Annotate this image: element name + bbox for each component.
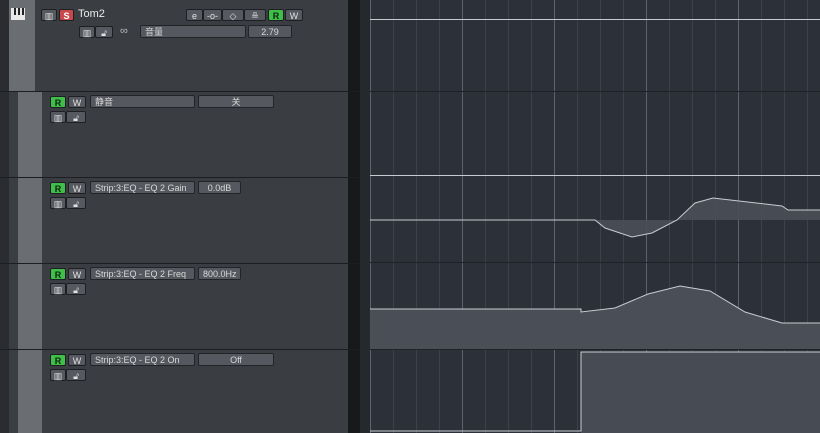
read-button[interactable]: R: [50, 182, 66, 194]
param-name-field[interactable]: Strip:3:EQ - EQ 2 Freq: [90, 267, 195, 280]
lock-button[interactable]: 🔓︎: [66, 197, 86, 209]
solo-label: S: [63, 11, 70, 21]
lane-view-button[interactable]: ▥: [50, 111, 66, 123]
panel-splitter[interactable]: [348, 0, 360, 433]
param-value-field[interactable]: Off: [198, 353, 274, 366]
send-button[interactable]: ≞: [244, 9, 266, 21]
read-button[interactable]: R: [50, 96, 66, 108]
param-name-field[interactable]: Strip:3:EQ - EQ 2 On: [90, 353, 195, 366]
param-name-field[interactable]: Strip:3:EQ - EQ 2 Gain: [90, 181, 195, 194]
lock-icon: 🔓︎: [73, 371, 79, 381]
e-icon: e: [191, 11, 197, 21]
param-name-field[interactable]: 静音: [90, 95, 195, 108]
automation-grid[interactable]: [370, 0, 820, 433]
param-value-field[interactable]: 800.0Hz: [198, 267, 241, 280]
eq-icon: ◇: [229, 11, 237, 21]
param-value-field[interactable]: 0.0dB: [198, 181, 241, 194]
write-button[interactable]: W: [285, 9, 303, 21]
daw-window: ▥ S Tom2 e -o- ◇ ≞ R W ▥ 🔓︎ ∞ 音量 2.79 R …: [0, 0, 820, 433]
monitor-button[interactable]: ▥: [41, 9, 57, 21]
keyboard-icon: [11, 7, 25, 20]
link-icon[interactable]: ∞: [120, 25, 128, 37]
write-button[interactable]: W: [68, 96, 86, 108]
lane-view-button[interactable]: ▥: [50, 283, 66, 295]
lock-button[interactable]: 🔓︎: [66, 283, 86, 295]
lock-icon: 🔓︎: [73, 199, 79, 209]
lock-button[interactable]: 🔓︎: [95, 26, 113, 38]
lock-button[interactable]: 🔓︎: [66, 369, 86, 381]
lane-view-button[interactable]: ▥: [79, 26, 95, 38]
lock-button[interactable]: 🔓︎: [66, 111, 86, 123]
insert-button[interactable]: -o-: [203, 9, 222, 21]
track-name[interactable]: Tom2: [78, 8, 105, 20]
read-button[interactable]: R: [50, 268, 66, 280]
lock-icon: 🔓︎: [73, 113, 79, 123]
write-button[interactable]: W: [68, 182, 86, 194]
solo-button[interactable]: S: [59, 9, 74, 21]
read-button[interactable]: R: [268, 9, 284, 21]
arrange-gutter: [360, 0, 370, 433]
lane-view-button[interactable]: ▥: [50, 197, 66, 209]
lane-view-button[interactable]: ▥: [50, 369, 66, 381]
write-button[interactable]: W: [68, 268, 86, 280]
edit-button[interactable]: e: [186, 9, 203, 21]
write-button[interactable]: W: [68, 354, 86, 366]
automation-lane: R W Strip:3:EQ - EQ 2 On Off ▥ 🔓︎: [0, 350, 348, 433]
track-list-panel: ▥ S Tom2 e -o- ◇ ≞ R W ▥ 🔓︎ ∞ 音量 2.79 R …: [0, 0, 360, 433]
automation-lane: R W Strip:3:EQ - EQ 2 Freq 800.0Hz ▥ 🔓︎: [0, 264, 348, 349]
lock-icon: 🔓︎: [101, 28, 107, 38]
eq-button[interactable]: ◇: [222, 9, 244, 21]
send-icon: ≞: [251, 11, 259, 21]
automation-lane: R W 静音 关 ▥ 🔓︎: [0, 92, 348, 177]
param-value-field[interactable]: 关: [198, 95, 274, 108]
insert-icon: -o-: [207, 11, 218, 21]
param-name-field[interactable]: 音量: [140, 25, 246, 38]
param-value-field[interactable]: 2.79: [248, 25, 292, 38]
automation-lane: R W Strip:3:EQ - EQ 2 Gain 0.0dB ▥ 🔓︎: [0, 178, 348, 263]
lock-icon: 🔓︎: [73, 285, 79, 295]
read-button[interactable]: R: [50, 354, 66, 366]
